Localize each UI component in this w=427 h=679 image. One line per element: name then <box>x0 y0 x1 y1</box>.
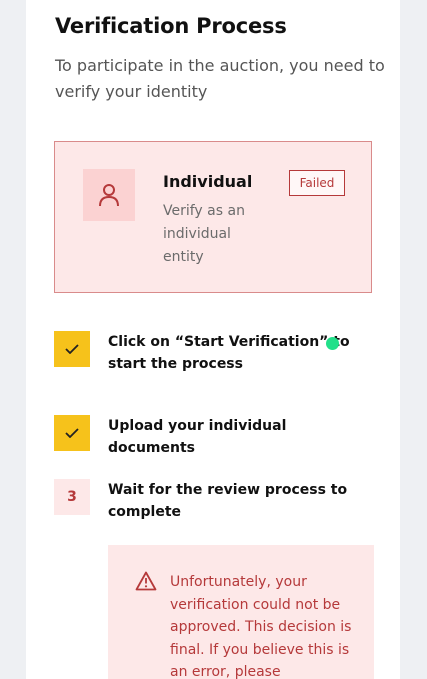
warning-icon <box>135 571 157 595</box>
step-number: 3 <box>54 479 90 515</box>
individual-verification-card[interactable]: Individual Verify as an individual entit… <box>54 141 372 293</box>
error-message-box: Unfortunately, your verification could n… <box>108 545 374 679</box>
card-title: Individual <box>163 172 253 191</box>
page-subtitle: To participate in the auction, you need … <box>55 56 385 101</box>
step-1-text: Click on “Start Verification” to start t… <box>108 334 350 372</box>
status-badge: Failed <box>289 170 345 196</box>
card-description: Verify as an individual entity <box>163 203 245 265</box>
step-3-text: Wait for the review process to complete <box>108 482 348 520</box>
error-text: Unfortunately, your verification could n… <box>170 574 352 679</box>
verification-panel: Verification Process To participate in t… <box>26 0 400 679</box>
check-icon <box>54 415 90 451</box>
user-icon <box>83 169 135 221</box>
step-2-text: Upload your individual documents <box>108 418 287 456</box>
cursor-indicator-dot <box>326 337 339 350</box>
check-icon <box>54 331 90 367</box>
page-title: Verification Process <box>55 14 287 38</box>
